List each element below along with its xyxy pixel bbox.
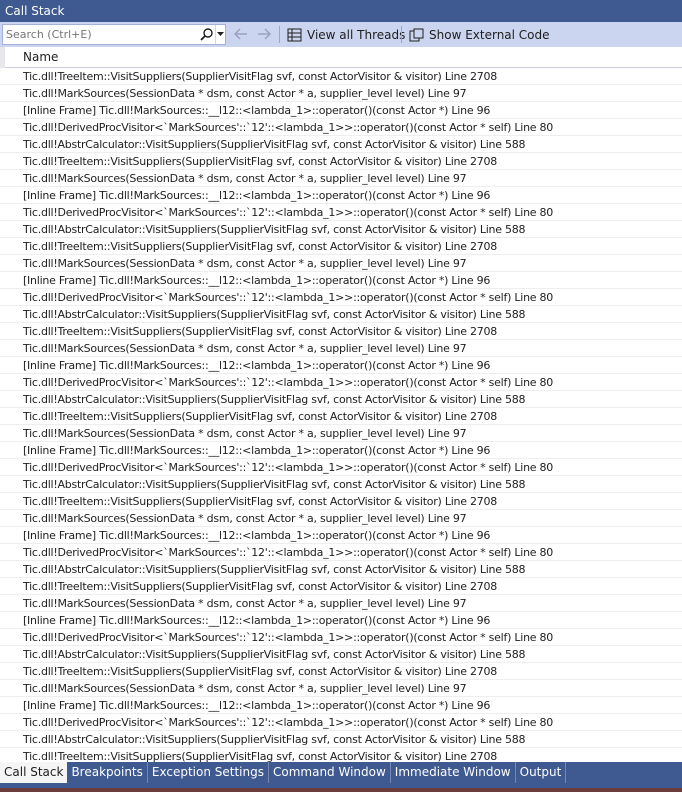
stack-frame-row[interactable]: Tic.dll!MarkSources(SessionData * dsm, c… [0, 85, 682, 102]
window-title: Call Stack [5, 4, 65, 18]
tab-call-stack[interactable]: Call Stack [0, 762, 68, 783]
window-title-bar[interactable]: Call Stack [0, 0, 682, 22]
search-box[interactable] [2, 24, 226, 45]
chevron-down-icon [217, 32, 224, 36]
view-all-threads-label: View all Threads [307, 27, 406, 42]
header-indicator-column [0, 47, 5, 68]
stack-frame-row[interactable]: [Inline Frame] Tic.dll!MarkSources::__l1… [0, 612, 682, 629]
search-icon[interactable] [199, 27, 214, 42]
external-code-icon [409, 28, 424, 41]
tab-exception-settings[interactable]: Exception Settings [148, 762, 269, 783]
column-header-name[interactable]: Name [0, 50, 58, 64]
stack-frame-row[interactable]: Tic.dll!TreeItem::VisitSuppliers(Supplie… [0, 578, 682, 595]
stack-frame-row[interactable]: Tic.dll!TreeItem::VisitSuppliers(Supplie… [0, 238, 682, 255]
stack-frame-row[interactable]: Tic.dll!DerivedProcVisitor<`MarkSources'… [0, 459, 682, 476]
toolbar-separator [401, 26, 402, 43]
threads-grid-icon [287, 28, 302, 41]
stack-frame-row[interactable]: Tic.dll!AbstrCalculator::VisitSuppliers(… [0, 221, 682, 238]
stack-frame-row[interactable]: [Inline Frame] Tic.dll!MarkSources::__l1… [0, 442, 682, 459]
stack-frame-row[interactable]: Tic.dll!DerivedProcVisitor<`MarkSources'… [0, 204, 682, 221]
stack-frame-row[interactable]: Tic.dll!DerivedProcVisitor<`MarkSources'… [0, 544, 682, 561]
stack-frame-row[interactable]: Tic.dll!TreeItem::VisitSuppliers(Supplie… [0, 493, 682, 510]
stack-frame-row[interactable]: Tic.dll!MarkSources(SessionData * dsm, c… [0, 170, 682, 187]
stack-frame-row[interactable]: Tic.dll!TreeItem::VisitSuppliers(Supplie… [0, 153, 682, 170]
tool-window-tab-bar: Call Stack Breakpoints Exception Settings C… [0, 762, 682, 783]
call-stack-frame-list[interactable]: Tic.dll!TreeItem::VisitSuppliers(Supplie… [0, 68, 682, 762]
stack-frame-row[interactable]: Tic.dll!MarkSources(SessionData * dsm, c… [0, 425, 682, 442]
stack-frame-row[interactable]: Tic.dll!DerivedProcVisitor<`MarkSources'… [0, 289, 682, 306]
stack-frame-row[interactable]: [Inline Frame] Tic.dll!MarkSources::__l1… [0, 187, 682, 204]
stack-frame-row[interactable]: Tic.dll!AbstrCalculator::VisitSuppliers(… [0, 136, 682, 153]
stack-frame-row[interactable]: Tic.dll!DerivedProcVisitor<`MarkSources'… [0, 629, 682, 646]
stack-frame-row[interactable]: [Inline Frame] Tic.dll!MarkSources::__l1… [0, 357, 682, 374]
search-input[interactable] [3, 25, 191, 44]
toolbar-separator [279, 26, 280, 43]
stack-frame-row[interactable]: Tic.dll!AbstrCalculator::VisitSuppliers(… [0, 646, 682, 663]
stack-frame-row[interactable]: Tic.dll!TreeItem::VisitSuppliers(Supplie… [0, 68, 682, 85]
stack-frame-row[interactable]: Tic.dll!MarkSources(SessionData * dsm, c… [0, 595, 682, 612]
tab-output[interactable]: Output [516, 762, 567, 783]
list-header: Name [0, 47, 682, 68]
stack-frame-row[interactable]: Tic.dll!AbstrCalculator::VisitSuppliers(… [0, 731, 682, 748]
stack-frame-row[interactable]: Tic.dll!TreeItem::VisitSuppliers(Supplie… [0, 748, 682, 762]
stack-frame-row[interactable]: [Inline Frame] Tic.dll!MarkSources::__l1… [0, 527, 682, 544]
stack-frame-row[interactable]: Tic.dll!TreeItem::VisitSuppliers(Supplie… [0, 323, 682, 340]
status-accent-line [0, 788, 682, 792]
stack-frame-row[interactable]: Tic.dll!MarkSources(SessionData * dsm, c… [0, 510, 682, 527]
stack-frame-row[interactable]: Tic.dll!DerivedProcVisitor<`MarkSources'… [0, 119, 682, 136]
show-external-code-label: Show External Code [429, 27, 550, 42]
stack-frame-row[interactable]: Tic.dll!DerivedProcVisitor<`MarkSources'… [0, 374, 682, 391]
stack-frame-row[interactable]: Tic.dll!MarkSources(SessionData * dsm, c… [0, 255, 682, 272]
stack-frame-row[interactable]: [Inline Frame] Tic.dll!MarkSources::__l1… [0, 697, 682, 714]
bottom-status-strip [0, 783, 682, 792]
stack-frame-row[interactable]: [Inline Frame] Tic.dll!MarkSources::__l1… [0, 102, 682, 119]
stack-frame-row[interactable]: Tic.dll!MarkSources(SessionData * dsm, c… [0, 340, 682, 357]
tab-breakpoints[interactable]: Breakpoints [67, 762, 148, 783]
view-all-threads-button[interactable]: View all Threads [284, 24, 408, 45]
tab-immediate-window[interactable]: Immediate Window [391, 762, 516, 783]
arrow-right-icon[interactable] [256, 27, 272, 41]
stack-frame-row[interactable]: Tic.dll!TreeItem::VisitSuppliers(Supplie… [0, 663, 682, 680]
call-stack-toolbar: View all Threads Show External Code [0, 22, 682, 47]
arrow-left-icon[interactable] [233, 27, 249, 41]
stack-frame-row[interactable]: Tic.dll!AbstrCalculator::VisitSuppliers(… [0, 476, 682, 493]
stack-frame-row[interactable]: [Inline Frame] Tic.dll!MarkSources::__l1… [0, 272, 682, 289]
stack-frame-row[interactable]: Tic.dll!MarkSources(SessionData * dsm, c… [0, 680, 682, 697]
stack-frame-row[interactable]: Tic.dll!TreeItem::VisitSuppliers(Supplie… [0, 408, 682, 425]
stack-frame-row[interactable]: Tic.dll!DerivedProcVisitor<`MarkSources'… [0, 714, 682, 731]
stack-frame-row[interactable]: Tic.dll!AbstrCalculator::VisitSuppliers(… [0, 561, 682, 578]
stack-frame-row[interactable]: Tic.dll!AbstrCalculator::VisitSuppliers(… [0, 391, 682, 408]
tab-command-window[interactable]: Command Window [269, 762, 391, 783]
stack-frame-row[interactable]: Tic.dll!AbstrCalculator::VisitSuppliers(… [0, 306, 682, 323]
search-options-dropdown[interactable] [215, 25, 225, 44]
show-external-code-button[interactable]: Show External Code [406, 24, 553, 45]
